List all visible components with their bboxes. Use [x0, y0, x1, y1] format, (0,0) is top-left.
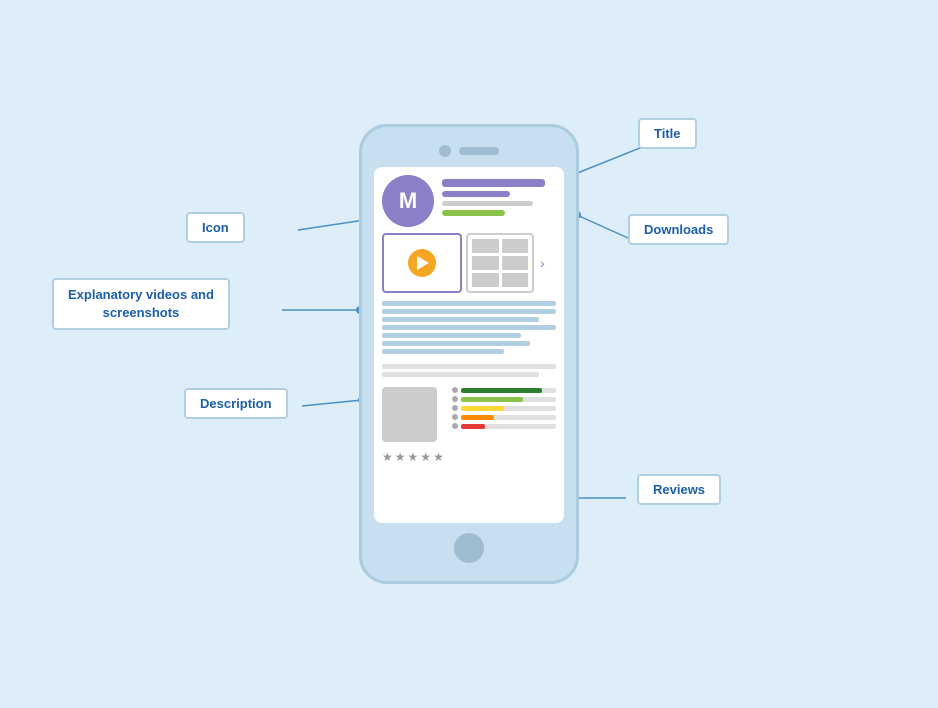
diagram-container: M — [0, 0, 938, 708]
reviews-section: ★ ★ ★ ★ ★ — [382, 387, 556, 464]
rating-fill-2 — [461, 415, 494, 420]
title-bar — [442, 179, 545, 187]
stars-row: ★ ★ ★ ★ ★ — [382, 450, 444, 464]
rating-fill-5 — [461, 388, 542, 393]
rating-row-2 — [452, 414, 556, 420]
screenshot-thumbnail — [466, 233, 534, 293]
thumb-block-4 — [502, 256, 529, 270]
description-section — [382, 301, 556, 377]
phone-screen: M — [374, 167, 564, 523]
desc-line-8 — [382, 364, 556, 369]
desc-line-7 — [382, 349, 504, 354]
app-icon: M — [382, 175, 434, 227]
rating-bars — [452, 387, 556, 464]
review-image — [382, 387, 437, 442]
rating-row-4 — [452, 396, 556, 402]
thumb-block-1 — [472, 239, 499, 253]
desc-line-4 — [382, 325, 556, 330]
thumb-block-6 — [502, 273, 529, 287]
rating-fill-1 — [461, 424, 485, 429]
rating-fill-3 — [461, 406, 504, 411]
app-header: M — [382, 175, 556, 227]
rating-bg-2 — [461, 415, 556, 420]
video-thumbnail — [382, 233, 462, 293]
thumb-block-2 — [502, 239, 529, 253]
desc-line-9 — [382, 372, 539, 377]
rating-dot-2 — [452, 414, 458, 420]
phone-speaker — [459, 147, 499, 155]
app-info — [442, 175, 556, 216]
star-3: ★ — [408, 450, 419, 464]
label-title: Title — [638, 118, 697, 149]
phone-camera — [439, 145, 451, 157]
phone-top-bar — [439, 145, 499, 157]
chevron-right-icon[interactable]: › — [540, 255, 545, 271]
rating-dot-5 — [452, 387, 458, 393]
thumb-block-5 — [472, 273, 499, 287]
label-downloads: Downloads — [628, 214, 729, 245]
star-1: ★ — [382, 450, 393, 464]
rating-row-3 — [452, 405, 556, 411]
star-5: ★ — [433, 450, 444, 464]
star-4: ★ — [420, 450, 431, 464]
play-icon — [417, 256, 429, 270]
phone-home-button — [454, 533, 484, 563]
screenshots-row: › — [382, 233, 556, 293]
star-2: ★ — [395, 450, 406, 464]
label-explanatory: Explanatory videos andscreenshots — [52, 278, 230, 330]
rating-row-1 — [452, 423, 556, 429]
downloads-bar — [442, 210, 505, 216]
explanatory-text: Explanatory videos andscreenshots — [68, 287, 214, 320]
subtitle-bar — [442, 191, 510, 197]
phone-mockup: M — [359, 124, 579, 584]
rating-fill-4 — [461, 397, 523, 402]
desc-line-5 — [382, 333, 521, 338]
rating-row-5 — [452, 387, 556, 393]
desc-line-3 — [382, 317, 539, 322]
rating-dot-1 — [452, 423, 458, 429]
label-icon: Icon — [186, 212, 245, 243]
thumb-block-3 — [472, 256, 499, 270]
label-reviews: Reviews — [637, 474, 721, 505]
label-description: Description — [184, 388, 288, 419]
desc-line-2 — [382, 309, 556, 314]
rating-dot-3 — [452, 405, 458, 411]
rating-dot-4 — [452, 396, 458, 402]
play-button[interactable] — [408, 249, 436, 277]
meta-bar-1 — [442, 201, 533, 206]
rating-bg-3 — [461, 406, 556, 411]
rating-bg-1 — [461, 424, 556, 429]
rating-bg-4 — [461, 397, 556, 402]
rating-bg-5 — [461, 388, 556, 393]
desc-line-1 — [382, 301, 556, 306]
desc-line-6 — [382, 341, 530, 346]
